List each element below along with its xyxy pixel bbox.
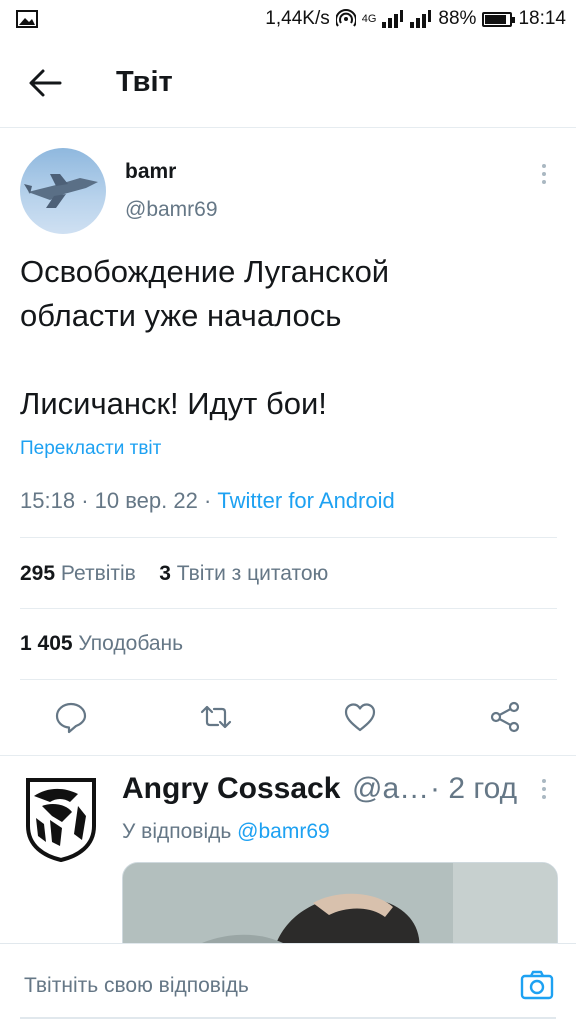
reply-author-handle[interactable]: @a… (352, 772, 429, 806)
more-options-icon[interactable] (537, 162, 551, 186)
quotes-count[interactable]: 3 (159, 562, 171, 585)
reply-mention[interactable]: @bamr69 (237, 820, 330, 843)
jet-icon (24, 174, 98, 208)
tweet-meta: 15:18 · 10 вер. 22 · Twitter for Android (20, 488, 395, 514)
reply-context: У відповідь @bamr69 (122, 820, 330, 844)
section-separator (0, 755, 576, 756)
tweet-client[interactable]: Twitter for Android (217, 488, 394, 513)
like-icon[interactable] (343, 700, 377, 734)
top-app-bar: Твіт (0, 40, 576, 128)
likes-count[interactable]: 1 405 (20, 632, 73, 655)
gallery-icon (16, 10, 38, 28)
reply-composer: Твітніть свою відповідь (0, 943, 576, 1025)
battery-icon (482, 11, 516, 27)
quotes-label[interactable]: Твіти з цитатою (177, 562, 329, 585)
reply-icon[interactable] (54, 700, 88, 734)
hotspot-icon (335, 9, 356, 27)
reply-prefix: У відповідь (122, 820, 232, 843)
reply-media[interactable] (122, 862, 558, 952)
battery-percent: 88% (438, 8, 477, 29)
translate-tweet-link[interactable]: Перекласти твіт (20, 438, 161, 460)
reply-author-avatar[interactable] (22, 776, 100, 862)
tweet-actions (0, 700, 576, 740)
photo-thumbnail (123, 863, 557, 951)
retweet-stats: 295 Ретвітів 3 Твіти з цитатою (20, 562, 328, 586)
tweet-text: Освобождение Луганской области уже начал… (20, 254, 390, 421)
reply-time: · 2 год (430, 772, 518, 805)
share-icon[interactable] (488, 700, 522, 734)
network-speed: 1,44K/s (265, 8, 330, 29)
meta-separator: · (81, 488, 95, 513)
author-handle[interactable]: @bamr69 (125, 198, 218, 222)
camera-icon[interactable] (520, 968, 554, 1002)
retweets-count[interactable]: 295 (20, 562, 55, 585)
signal-icon (382, 10, 404, 28)
clock: 18:14 (518, 8, 566, 29)
divider (20, 537, 557, 538)
meta-separator: · (203, 488, 218, 513)
author-name[interactable]: bamr (125, 160, 176, 184)
retweet-icon[interactable] (199, 700, 233, 734)
page-title: Твіт (116, 66, 173, 98)
composer-underline (20, 1017, 556, 1019)
reply-more-options-icon[interactable] (538, 778, 550, 800)
divider (20, 679, 557, 680)
retweets-label[interactable]: Ретвітів (61, 562, 136, 585)
tweet-date: 10 вер. 22 (94, 488, 198, 513)
likes-label[interactable]: Уподобань (78, 632, 183, 655)
network-type: 4G (361, 13, 377, 25)
reply-author-name[interactable]: Angry Cossack (122, 772, 340, 806)
reply-input[interactable]: Твітніть свою відповідь (24, 974, 249, 998)
signal-2-icon (410, 10, 432, 28)
divider (20, 608, 557, 609)
like-stats: 1 405 Уподобань (20, 632, 183, 656)
author-avatar[interactable] (20, 148, 106, 234)
tweet-time: 15:18 (20, 488, 76, 513)
status-bar: 1,44K/s 4G 88% 18:14 (0, 0, 576, 40)
back-arrow-icon[interactable] (28, 68, 62, 98)
